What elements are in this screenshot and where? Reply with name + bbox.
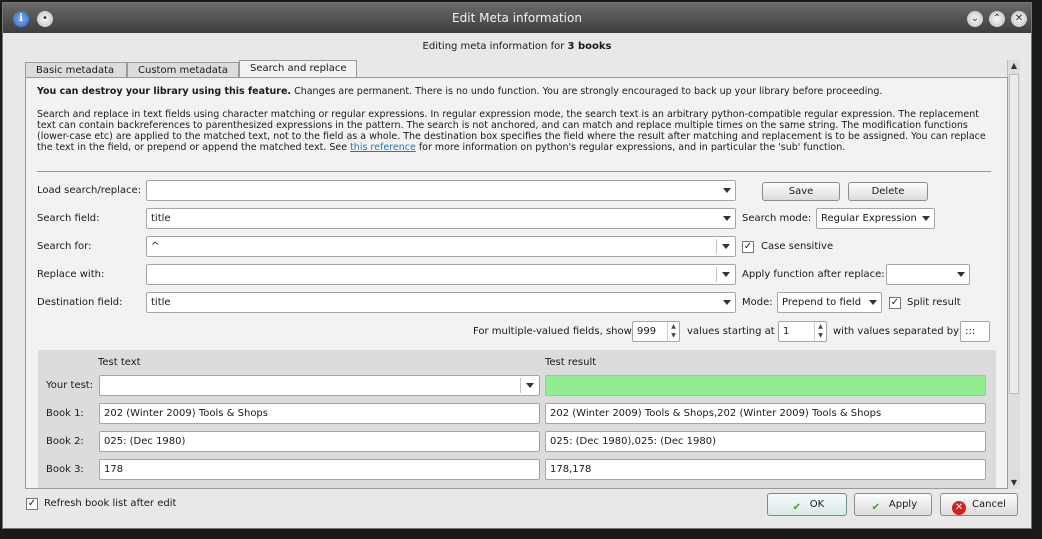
chevron-down-icon bbox=[922, 216, 930, 221]
ok-button[interactable]: ✔ OK bbox=[767, 493, 847, 516]
maximize-icon[interactable]: ⌃ bbox=[989, 11, 1005, 27]
reference-link[interactable]: this reference bbox=[350, 142, 416, 153]
chevron-down-icon[interactable] bbox=[722, 244, 730, 249]
tab-custom-metadata[interactable]: Custom metadata bbox=[127, 62, 239, 78]
mode-value: Prepend to field bbox=[782, 297, 862, 308]
book-2-label: Book 2: bbox=[46, 436, 84, 447]
load-search-combo[interactable] bbox=[146, 180, 736, 201]
case-sensitive-label: Case sensitive bbox=[761, 241, 834, 252]
ok-label: OK bbox=[809, 499, 825, 510]
book-2-text[interactable]: 025: (Dec 1980) bbox=[99, 431, 540, 452]
warning-text: You can destroy your library using this … bbox=[37, 86, 882, 97]
warning-bold: You can destroy your library using this … bbox=[37, 86, 292, 97]
replace-with-label: Replace with: bbox=[37, 269, 105, 280]
chevron-down-icon bbox=[869, 300, 877, 305]
cancel-label: Cancel bbox=[972, 499, 1006, 510]
book-1-label: Book 1: bbox=[46, 408, 84, 419]
minimize-icon[interactable]: ⌄ bbox=[967, 11, 983, 27]
window-title: Edit Meta information bbox=[452, 11, 582, 25]
search-field-value: title bbox=[151, 213, 171, 224]
spin-arrows-icon[interactable]: ▲ ▼ bbox=[667, 322, 679, 341]
refresh-checkbox[interactable]: ✓ bbox=[26, 498, 38, 510]
case-sensitive-checkbox[interactable]: ✓ bbox=[742, 241, 754, 253]
tab-search-replace[interactable]: Search and replace bbox=[239, 60, 357, 78]
chevron-down-icon[interactable] bbox=[526, 383, 534, 388]
book-3-result[interactable]: 178,178 bbox=[545, 459, 986, 480]
book-3-text[interactable]: 178 bbox=[99, 459, 540, 480]
edit-meta-dialog: i • Edit Meta information ⌄ ⌃ ✕ Editing … bbox=[2, 2, 1032, 529]
mode-label: Mode: bbox=[742, 297, 773, 308]
apply-function-label: Apply function after replace: bbox=[742, 269, 885, 280]
values-starting-label: values starting at bbox=[687, 326, 775, 337]
subheading-count: 3 books bbox=[567, 41, 612, 52]
search-field-label: Search field: bbox=[37, 213, 100, 224]
destination-combo[interactable]: title bbox=[146, 292, 736, 313]
scroll-down-icon[interactable]: ▼ bbox=[1008, 477, 1020, 489]
cancel-icon: ✕ bbox=[952, 501, 967, 515]
your-test-result bbox=[545, 375, 986, 396]
search-mode-value: Regular Expression bbox=[821, 213, 917, 224]
mode-combo[interactable]: Prepend to field bbox=[777, 292, 882, 313]
description-tail: for more information on python's regular… bbox=[415, 142, 846, 153]
close-icon[interactable]: ✕ bbox=[1011, 11, 1027, 27]
show-count-value: 999 bbox=[637, 326, 657, 337]
checkmark-icon: ✔ bbox=[792, 502, 801, 513]
cancel-button[interactable]: ✕ Cancel bbox=[940, 493, 1018, 516]
description-text: Search and replace in text fields using … bbox=[37, 109, 997, 153]
split-result-label: Split result bbox=[907, 297, 961, 308]
panel-scrollbar[interactable]: ▲ ▼ bbox=[1007, 60, 1020, 489]
title-bar[interactable]: i • Edit Meta information ⌄ ⌃ ✕ bbox=[3, 3, 1031, 33]
load-label: Load search/replace: bbox=[37, 185, 142, 196]
book-2-result[interactable]: 025: (Dec 1980),025: (Dec 1980) bbox=[545, 431, 986, 452]
search-for-label: Search for: bbox=[37, 241, 92, 252]
chevron-down-icon[interactable] bbox=[722, 272, 730, 277]
save-button[interactable]: Save bbox=[762, 182, 840, 201]
your-test-label: Your test: bbox=[46, 380, 94, 391]
search-for-input[interactable]: ^ bbox=[146, 236, 736, 257]
divider bbox=[37, 171, 991, 172]
tab-custom-metadata-label: Custom metadata bbox=[138, 65, 228, 76]
show-count-spinbox[interactable]: 999 ▲ ▼ bbox=[632, 321, 680, 342]
start-at-spinbox[interactable]: 1 ▲ ▼ bbox=[778, 321, 827, 342]
warning-rest: Changes are permanent. There is no undo … bbox=[291, 86, 883, 97]
tab-basic-metadata-label: Basic metadata bbox=[36, 65, 115, 76]
search-for-value: ^ bbox=[151, 241, 160, 252]
tab-basic-metadata[interactable]: Basic metadata bbox=[25, 62, 127, 78]
chevron-down-icon bbox=[957, 272, 965, 277]
search-field-combo[interactable]: title bbox=[146, 208, 736, 229]
test-text-header: Test text bbox=[98, 357, 141, 368]
destination-value: title bbox=[151, 297, 171, 308]
your-test-input[interactable] bbox=[99, 375, 540, 396]
apply-label: Apply bbox=[888, 499, 918, 510]
scroll-up-icon[interactable]: ▲ bbox=[1008, 60, 1020, 72]
apply-button[interactable]: ✔ Apply bbox=[854, 493, 932, 516]
search-replace-panel: You can destroy your library using this … bbox=[25, 77, 1008, 489]
separated-by-label: with values separated by bbox=[833, 326, 960, 337]
split-result-checkbox[interactable]: ✓ bbox=[889, 297, 901, 309]
replace-with-input[interactable] bbox=[146, 264, 736, 285]
search-mode-combo[interactable]: Regular Expression bbox=[816, 208, 935, 229]
spin-arrows-icon[interactable]: ▲ ▼ bbox=[814, 322, 826, 341]
chevron-down-icon bbox=[723, 188, 731, 193]
subheading-text: Editing meta information for bbox=[422, 41, 568, 52]
book-3-label: Book 3: bbox=[46, 464, 84, 475]
tab-search-replace-label: Search and replace bbox=[250, 63, 347, 74]
book-1-result[interactable]: 202 (Winter 2009) Tools & Shops,202 (Win… bbox=[545, 403, 986, 424]
start-at-value: 1 bbox=[783, 326, 790, 337]
chevron-down-icon bbox=[723, 300, 731, 305]
separator-input[interactable]: ::: bbox=[960, 321, 990, 342]
multi-valued-label: For multiple-valued fields, show bbox=[473, 326, 632, 337]
checkmark-icon: ✔ bbox=[871, 502, 881, 513]
test-result-header: Test result bbox=[545, 357, 597, 368]
scroll-thumb[interactable] bbox=[1009, 74, 1019, 394]
search-mode-label: Search mode: bbox=[742, 213, 812, 224]
dialog-subheading: Editing meta information for 3 books bbox=[3, 41, 1031, 52]
apply-function-combo[interactable] bbox=[886, 264, 970, 285]
delete-button[interactable]: Delete bbox=[848, 182, 928, 201]
book-1-text[interactable]: 202 (Winter 2009) Tools & Shops bbox=[99, 403, 540, 424]
refresh-label: Refresh book list after edit bbox=[44, 498, 177, 509]
chevron-down-icon bbox=[723, 216, 731, 221]
destination-label: Destination field: bbox=[37, 297, 123, 308]
